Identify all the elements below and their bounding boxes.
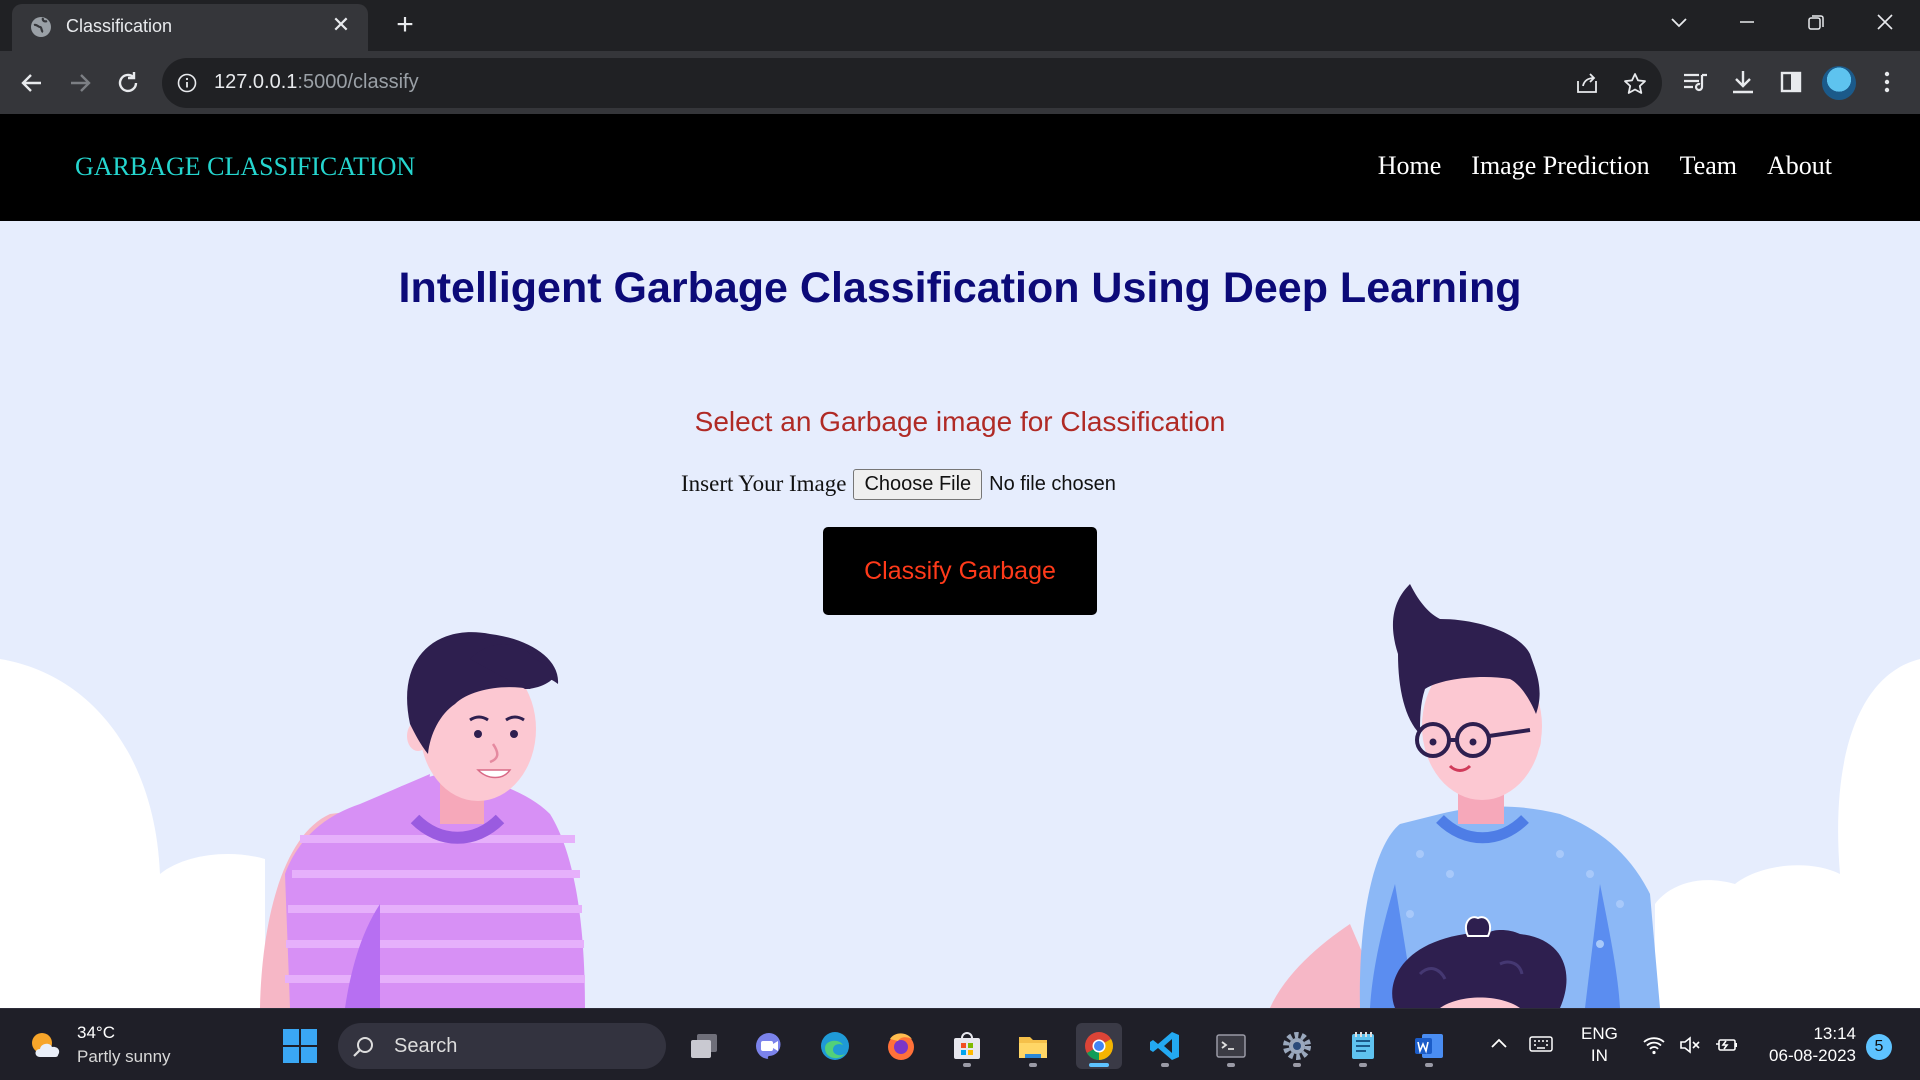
- language-code: ENG: [1581, 1024, 1618, 1043]
- tab-title: Classification: [66, 16, 173, 36]
- download-icon[interactable]: [1728, 67, 1758, 97]
- media-controls-icon[interactable]: [1680, 67, 1710, 97]
- file-explorer-app[interactable]: [1010, 1023, 1056, 1069]
- url-text: 127.0.0.1:5000/classify: [214, 71, 419, 94]
- running-indicator: [1227, 1063, 1235, 1067]
- page-viewport: GARBAGE CLASSIFICATION Home Image Predic…: [0, 114, 1920, 1008]
- share-icon[interactable]: [1574, 71, 1600, 97]
- upload-subtitle: Select an Garbage image for Classificati…: [694, 406, 1226, 437]
- weather-description[interactable]: Partly sunny: [77, 1047, 171, 1067]
- gear-icon: [1283, 1032, 1311, 1060]
- microsoft-store-app[interactable]: [944, 1023, 990, 1069]
- teams-chat-app[interactable]: [746, 1023, 792, 1069]
- terminal-icon: [1216, 1034, 1246, 1058]
- site-navbar: GARBAGE CLASSIFICATION Home Image Predic…: [0, 114, 1920, 221]
- firefox-icon: [888, 1033, 914, 1060]
- choose-file-button[interactable]: Choose File: [853, 468, 983, 500]
- profile-avatar[interactable]: [1822, 66, 1856, 100]
- wifi-icon[interactable]: [1642, 1033, 1666, 1057]
- nav-link-image-prediction[interactable]: Image Prediction: [1471, 151, 1649, 181]
- nav-link-home[interactable]: Home: [1378, 151, 1442, 181]
- search-placeholder: Search: [394, 1035, 458, 1057]
- windows-taskbar: 34°C Partly sunny Search ENG IN 13:14 06…: [0, 1008, 1920, 1080]
- running-indicator: [1293, 1063, 1301, 1067]
- address-bar[interactable]: 127.0.0.1:5000/classify: [162, 58, 1662, 108]
- site-info-icon[interactable]: [176, 72, 198, 94]
- new-tab-button[interactable]: +: [390, 10, 420, 40]
- person-left-illustration: [260, 632, 585, 1008]
- notification-badge[interactable]: 5: [1866, 1034, 1892, 1060]
- back-arrow-icon[interactable]: [14, 65, 50, 101]
- menu-kebab-icon[interactable]: [1872, 67, 1902, 97]
- firefox-app[interactable]: [878, 1023, 924, 1069]
- upload-label: Insert Your Image: [681, 471, 847, 496]
- vscode-app[interactable]: [1142, 1023, 1188, 1069]
- site-brand-logo[interactable]: GARBAGE CLASSIFICATION: [75, 152, 415, 182]
- restore-icon[interactable]: [1792, 6, 1838, 40]
- store-icon: [954, 1032, 980, 1059]
- file-status-text: No file chosen: [989, 472, 1116, 495]
- task-view-icon: [691, 1034, 717, 1058]
- task-view-app[interactable]: [681, 1023, 727, 1069]
- running-indicator: [1089, 1063, 1109, 1067]
- clock-date: 06-08-2023: [1769, 1046, 1856, 1065]
- minimize-icon[interactable]: [1724, 6, 1770, 40]
- chrome-app[interactable]: [1076, 1023, 1122, 1069]
- chevron-up-icon[interactable]: [1488, 1033, 1510, 1055]
- running-indicator: [1359, 1063, 1367, 1067]
- teams-chat-icon: [756, 1033, 781, 1059]
- chrome-icon: [1085, 1032, 1113, 1060]
- word-app[interactable]: [1406, 1023, 1452, 1069]
- running-indicator: [1425, 1063, 1433, 1067]
- notepad-icon: [1352, 1032, 1374, 1059]
- nav-link-about[interactable]: About: [1767, 151, 1832, 181]
- system-clock[interactable]: 13:14 06-08-2023: [1762, 1023, 1856, 1067]
- language-indicator[interactable]: ENG IN: [1581, 1023, 1618, 1067]
- nav-link-team[interactable]: Team: [1680, 151, 1737, 181]
- reload-icon[interactable]: [110, 65, 146, 101]
- taskbar-search-box[interactable]: Search: [338, 1023, 666, 1069]
- search-icon: [353, 1037, 373, 1057]
- battery-charging-icon[interactable]: [1714, 1033, 1738, 1057]
- tab-search-icon[interactable]: [1656, 6, 1702, 40]
- volume-muted-icon[interactable]: [1678, 1033, 1702, 1057]
- partly-sunny-icon[interactable]: [26, 1027, 66, 1063]
- url-path: :5000/classify: [297, 71, 419, 93]
- side-panel-icon[interactable]: [1776, 67, 1806, 97]
- globe-icon: [31, 17, 51, 37]
- browser-tab[interactable]: Classification ✕: [12, 4, 368, 51]
- vscode-icon: [1150, 1032, 1179, 1060]
- file-upload-row: Insert Your Image Choose File No file ch…: [681, 468, 1116, 500]
- region-code: IN: [1590, 1046, 1608, 1065]
- running-indicator: [1029, 1063, 1037, 1067]
- close-window-icon[interactable]: [1862, 6, 1908, 40]
- page-title: Intelligent Garbage Classification Using…: [398, 264, 1522, 312]
- weather-temperature[interactable]: 34°C: [77, 1023, 115, 1043]
- browser-toolbar: 127.0.0.1:5000/classify: [0, 51, 1920, 114]
- bookmark-star-icon[interactable]: [1622, 71, 1648, 97]
- edge-icon: [821, 1032, 849, 1060]
- forward-arrow-icon[interactable]: [62, 65, 98, 101]
- terminal-app[interactable]: [1208, 1023, 1254, 1069]
- url-host: 127.0.0.1: [214, 71, 298, 93]
- tab-close-icon[interactable]: ✕: [328, 12, 354, 38]
- clock-time: 13:14: [1813, 1024, 1856, 1043]
- classify-garbage-button[interactable]: Classify Garbage: [823, 527, 1097, 615]
- windows-start-icon[interactable]: [282, 1028, 318, 1064]
- edge-app[interactable]: [812, 1023, 858, 1069]
- word-icon: [1415, 1034, 1443, 1058]
- person-right-illustration: [1270, 584, 1660, 1008]
- running-indicator: [963, 1063, 971, 1067]
- browser-tabstrip: Classification ✕ +: [0, 0, 1920, 51]
- notepad-app[interactable]: [1340, 1023, 1386, 1069]
- running-indicator: [1161, 1063, 1169, 1067]
- site-nav-links: Home Image Prediction Team About: [1378, 151, 1832, 181]
- folder-icon: [1019, 1037, 1047, 1058]
- settings-app[interactable]: [1274, 1023, 1320, 1069]
- keyboard-icon[interactable]: [1528, 1033, 1554, 1055]
